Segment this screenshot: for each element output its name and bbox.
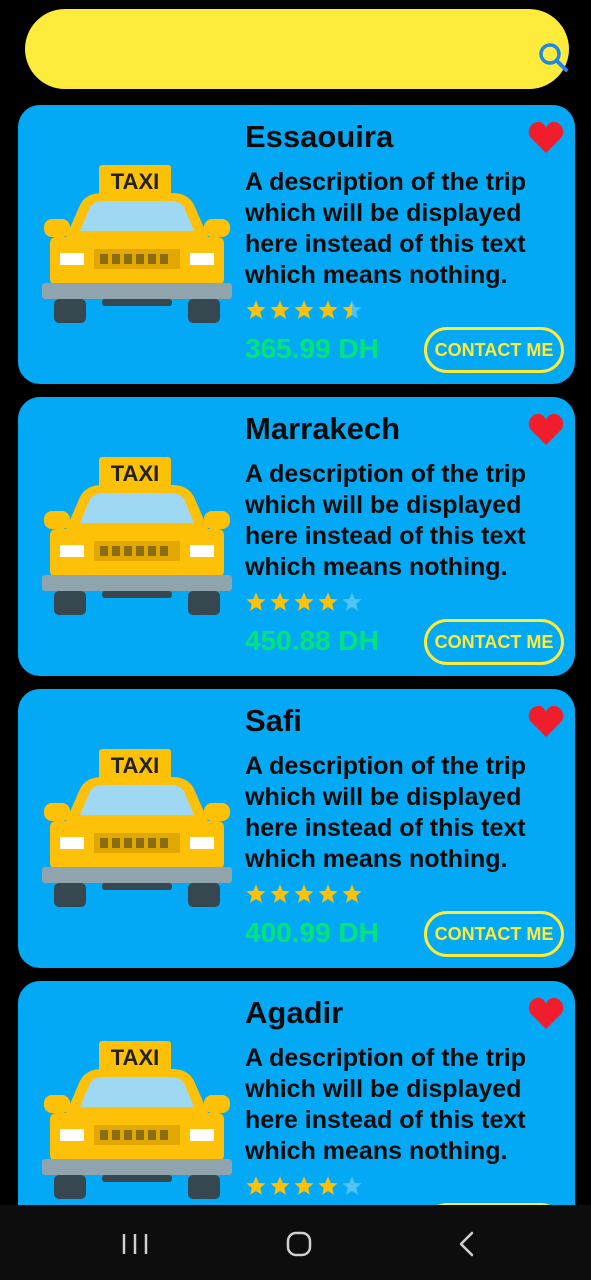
search-bar xyxy=(25,9,569,89)
taxi-image: TAXI xyxy=(42,457,232,615)
taxi-sign-text: TAXI xyxy=(111,169,159,194)
trip-price: 365.99 DH xyxy=(245,333,379,364)
taxi-image: TAXI xyxy=(42,749,232,907)
star-icon xyxy=(294,884,314,903)
app-screen: TAXI Essaouira A description of the trip… xyxy=(0,0,591,1280)
trip-city-title: Marrakech xyxy=(245,411,401,446)
contact-me-button[interactable]: CONTACT ME xyxy=(424,911,564,957)
trip-card[interactable]: TAXI xyxy=(18,981,575,1205)
taxi-sign-text: TAXI xyxy=(111,1045,159,1070)
star-icon xyxy=(270,884,290,903)
trip-city-title: Safi xyxy=(245,703,302,738)
home-icon[interactable] xyxy=(284,1229,314,1259)
star-icon xyxy=(246,1176,266,1195)
rating-stars xyxy=(245,883,363,905)
trip-description: A description of the trip which will be … xyxy=(245,168,527,289)
back-icon[interactable] xyxy=(452,1229,482,1259)
favorite-heart-icon[interactable] xyxy=(528,705,564,739)
trip-price: 400.99 DH xyxy=(245,917,379,948)
rating-stars xyxy=(245,1175,363,1197)
taxi-sign-text: TAXI xyxy=(111,753,159,778)
star-icon xyxy=(342,592,362,611)
trip-city-title: Agadir xyxy=(245,995,344,1030)
trip-card[interactable]: TAXI xyxy=(18,105,575,384)
contact-me-button[interactable]: CONTACT ME xyxy=(424,327,564,373)
star-icon xyxy=(318,884,338,903)
star-icon xyxy=(342,300,362,319)
star-icon xyxy=(318,1176,338,1195)
trip-list[interactable]: TAXI Essaouira A description of the trip… xyxy=(0,0,591,1205)
rating-stars xyxy=(245,591,363,613)
recents-icon[interactable] xyxy=(120,1229,150,1259)
trip-description: A description of the trip which will be … xyxy=(245,1044,527,1165)
star-icon xyxy=(294,592,314,611)
star-icon xyxy=(246,300,266,319)
trip-description: A description of the trip which will be … xyxy=(245,752,527,873)
star-icon xyxy=(342,1176,362,1195)
star-icon xyxy=(318,300,338,319)
star-icon xyxy=(318,592,338,611)
contact-me-button[interactable]: CONTACT ME xyxy=(424,619,564,665)
star-icon xyxy=(270,592,290,611)
star-icon xyxy=(270,300,290,319)
system-nav-bar xyxy=(0,1205,591,1280)
taxi-image: TAXI xyxy=(42,1041,232,1199)
trip-price: 450.88 DH xyxy=(245,625,379,656)
rating-stars xyxy=(245,299,363,321)
search-icon[interactable] xyxy=(537,41,569,73)
star-icon xyxy=(270,1176,290,1195)
star-icon xyxy=(294,1176,314,1195)
star-icon xyxy=(246,884,266,903)
trip-card[interactable]: TAXI xyxy=(18,397,575,676)
taxi-image: TAXI xyxy=(42,165,232,323)
star-icon xyxy=(342,884,362,903)
star-icon xyxy=(294,300,314,319)
favorite-heart-icon[interactable] xyxy=(528,121,564,155)
trip-city-title: Essaouira xyxy=(245,119,394,154)
favorite-heart-icon[interactable] xyxy=(528,413,564,447)
search-input[interactable] xyxy=(55,9,515,89)
favorite-heart-icon[interactable] xyxy=(528,997,564,1031)
taxi-sign-text: TAXI xyxy=(111,461,159,486)
star-icon xyxy=(246,592,266,611)
trip-description: A description of the trip which will be … xyxy=(245,460,527,581)
trip-card[interactable]: TAXI xyxy=(18,689,575,968)
